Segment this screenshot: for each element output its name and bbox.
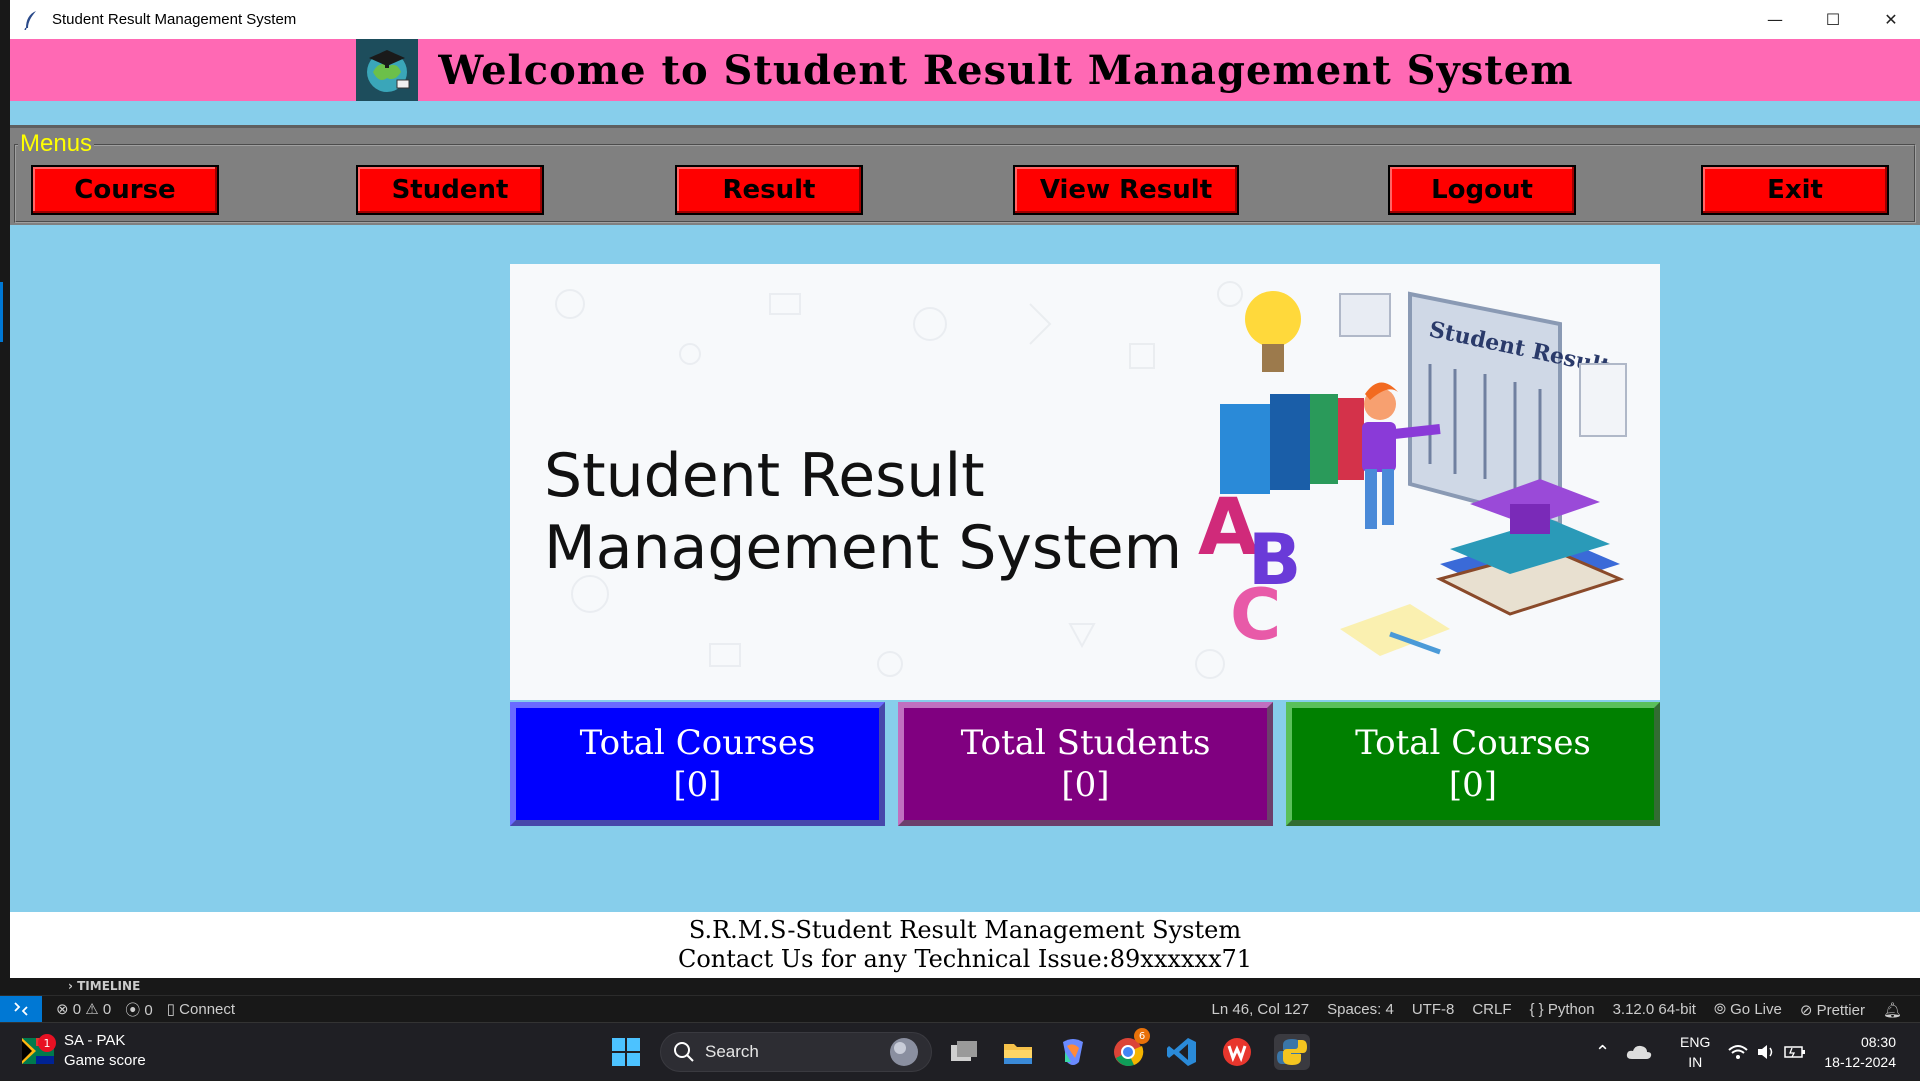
total-students-card: Total Students [0]: [898, 702, 1273, 826]
menus-border: [14, 144, 1916, 223]
total-students-value: [0]: [1061, 765, 1110, 805]
line-ending[interactable]: CRLF: [1472, 1001, 1511, 1018]
statusbar-right: Ln 46, Col 127 Spaces: 4 UTF-8 CRLF { } …: [1212, 996, 1902, 1023]
footer-line1: S.R.M.S-Student Result Management System: [688, 916, 1242, 944]
app-footer: S.R.M.S-Student Result Management System…: [10, 912, 1920, 978]
go-live-button[interactable]: ⦾ Go Live: [1714, 1001, 1782, 1018]
total-courses-card-2: Total Courses [0]: [1286, 702, 1660, 826]
banner-image: Student Result A B C Student Result Mana…: [510, 264, 1660, 700]
clock-date: 18-12-2024: [1824, 1054, 1896, 1070]
go-live-label: Go Live: [1730, 1001, 1782, 1018]
banner-title-line2: Management System: [544, 513, 1183, 583]
widget-text: SA - PAK Game score: [64, 1031, 146, 1071]
search-label: Search: [705, 1042, 759, 1061]
total-courses-2-value: [0]: [1448, 765, 1498, 805]
taskbar-search[interactable]: Search: [660, 1032, 932, 1072]
vscode-activity-edge: [0, 0, 10, 1000]
activity-indicator: [0, 282, 3, 342]
total-courses-2-label: Total Courses: [1355, 723, 1591, 763]
battery-icon[interactable]: [1784, 1044, 1806, 1060]
feather-icon: [24, 10, 36, 30]
menus-label: Menus: [18, 130, 95, 158]
exit-button[interactable]: Exit: [1701, 165, 1889, 215]
logout-button[interactable]: Logout: [1388, 165, 1576, 215]
lang-top: ENG: [1680, 1034, 1711, 1050]
indentation[interactable]: Spaces: 4: [1327, 1001, 1394, 1018]
total-courses-value: [0]: [673, 765, 722, 805]
search-icon: [674, 1042, 694, 1062]
maximize-button[interactable]: ☐: [1804, 0, 1862, 39]
python-interpreter[interactable]: 3.12.0 64-bit: [1613, 1001, 1696, 1018]
remote-button[interactable]: [0, 995, 42, 1023]
banner-title: Student Result Management System: [544, 440, 1182, 584]
app-window: Student Result Management System — ☐ ✕ W…: [10, 0, 1920, 978]
timeline-label: TIMELINE: [77, 979, 141, 993]
language-indicator[interactable]: ENG IN: [1680, 1032, 1710, 1072]
search-highlight-icon: [890, 1038, 918, 1066]
copilot-icon[interactable]: [1055, 1034, 1091, 1070]
python-tk-icon[interactable]: [1274, 1034, 1310, 1070]
start-button[interactable]: [608, 1034, 644, 1070]
window-controls: — ☐ ✕: [1746, 0, 1920, 39]
graduation-logo-icon: [356, 39, 419, 101]
banner-title-line1: Student Result: [544, 441, 985, 511]
connect-label: Connect: [179, 1001, 236, 1018]
notifications-bell-icon[interactable]: 🔔︎: [1883, 1001, 1902, 1019]
prettier-label: Prettier: [1816, 1001, 1865, 1019]
onedrive-cloud-icon[interactable]: [1626, 1043, 1652, 1061]
total-courses-card: Total Courses [0]: [510, 702, 885, 826]
vscode-icon[interactable]: [1164, 1034, 1200, 1070]
view-result-button[interactable]: View Result: [1013, 165, 1239, 215]
flag-icon: 1: [22, 1034, 56, 1064]
widgets-button[interactable]: 1 SA - PAK Game score: [22, 1031, 146, 1071]
task-view-icon[interactable]: [946, 1034, 982, 1070]
ports-count: 0: [144, 1001, 153, 1019]
language-label: Python: [1547, 1001, 1595, 1018]
course-button[interactable]: Course: [31, 165, 219, 215]
window-titlebar[interactable]: Student Result Management System — ☐ ✕: [10, 0, 1920, 39]
timeline-section[interactable]: › TIMELINE: [0, 978, 1920, 995]
chrome-icon[interactable]: 6: [1110, 1028, 1150, 1070]
header-title: Welcome to Student Result Management Sys…: [438, 46, 1574, 94]
language-mode[interactable]: { } Python: [1530, 1001, 1595, 1018]
app-header: Welcome to Student Result Management Sys…: [10, 39, 1920, 101]
widget-title: SA - PAK: [64, 1032, 126, 1049]
windows-logo-icon: [612, 1038, 640, 1066]
wps-office-icon[interactable]: [1219, 1034, 1255, 1070]
footer-contact: Contact Us for any Technical Issue:89xxx…: [677, 945, 1253, 973]
problems-indicator[interactable]: ⊗ 0 ⚠ 0: [56, 1000, 111, 1018]
clock[interactable]: 08:30 18-12-2024: [1824, 1032, 1896, 1072]
window-title: Student Result Management System: [52, 11, 297, 28]
chrome-badge: 6: [1134, 1028, 1150, 1044]
close-button[interactable]: ✕: [1862, 0, 1920, 39]
notification-badge: 1: [38, 1034, 56, 1052]
clock-time: 08:30: [1860, 1034, 1896, 1050]
total-students-label: Total Students: [960, 723, 1211, 763]
chevron-up-icon[interactable]: ⌃: [1595, 1042, 1610, 1063]
lang-bottom: IN: [1688, 1054, 1703, 1070]
file-explorer-icon[interactable]: [1000, 1034, 1036, 1070]
vscode-statusbar: ⊗ 0 ⚠ 0 ⦿ 0 ▯ Connect Ln 46, Col 127 Spa…: [0, 995, 1920, 1023]
error-count: 0: [72, 1001, 82, 1018]
encoding[interactable]: UTF-8: [1412, 1001, 1455, 1018]
prettier-button[interactable]: ⊘ Prettier: [1800, 1001, 1865, 1019]
result-button[interactable]: Result: [675, 165, 863, 215]
ports-indicator[interactable]: ⦿ 0: [125, 999, 153, 1020]
windows-taskbar: 1 SA - PAK Game score Search 6 ⌃ ENG IN …: [0, 1022, 1920, 1080]
letter-c: C: [1230, 574, 1281, 656]
connect-item[interactable]: ▯ Connect: [167, 1000, 235, 1018]
volume-icon[interactable]: [1756, 1044, 1776, 1060]
warning-count: 0: [102, 1001, 112, 1018]
total-courses-label: Total Courses: [579, 723, 816, 763]
student-button[interactable]: Student: [356, 165, 544, 215]
widget-subtitle: Game score: [64, 1052, 146, 1069]
menus-frame: Menus Course Student Result View Result …: [10, 125, 1920, 225]
cursor-position[interactable]: Ln 46, Col 127: [1212, 1001, 1310, 1018]
minimize-button[interactable]: —: [1746, 0, 1804, 39]
remote-icon: [14, 1002, 28, 1016]
system-tray: ⌃ ENG IN 08:30 18-12-2024: [1595, 1023, 1920, 1081]
wifi-icon[interactable]: [1728, 1044, 1749, 1060]
